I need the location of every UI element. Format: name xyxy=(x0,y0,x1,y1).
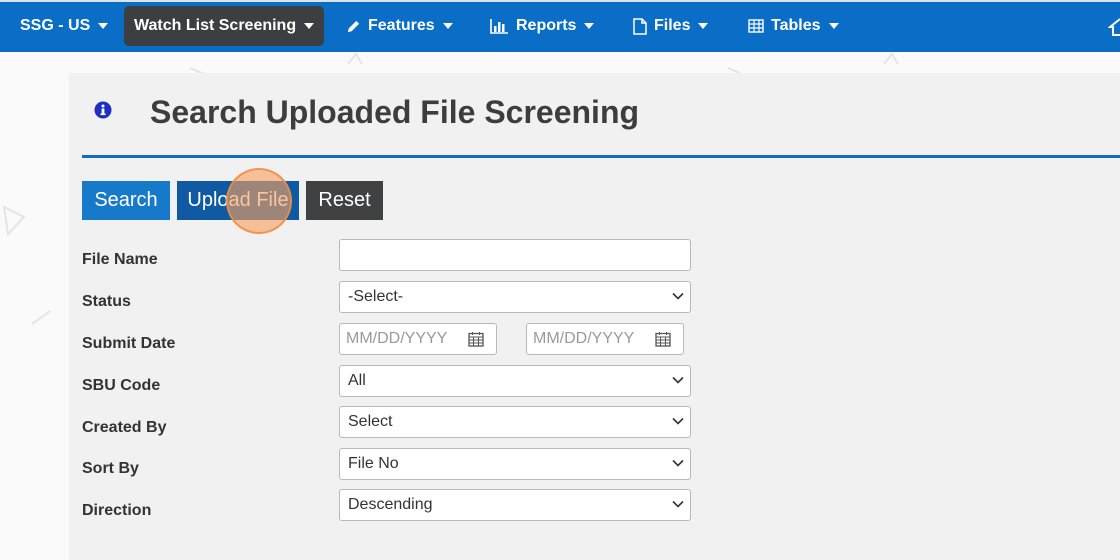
nav-item-label: Watch List Screening xyxy=(134,17,297,34)
created-by-label: Created By xyxy=(82,419,167,436)
caret-down-icon xyxy=(698,23,709,29)
submit-date-to-input[interactable]: MM/DD/YYYY xyxy=(526,323,684,355)
sort-by-select[interactable]: File No xyxy=(339,448,691,480)
sbu-code-value: All xyxy=(348,372,366,389)
search-button[interactable]: Search xyxy=(82,181,170,220)
nav-item-label: Features xyxy=(368,17,435,34)
submit-date-to-placeholder: MM/DD/YYYY xyxy=(533,330,635,347)
info-icon[interactable] xyxy=(94,101,112,124)
chevron-down-icon xyxy=(672,459,684,467)
direction-value: Descending xyxy=(348,496,433,513)
sbu-code-label: SBU Code xyxy=(82,377,161,394)
sort-by-label: Sort By xyxy=(82,460,139,477)
file-name-input[interactable] xyxy=(339,239,691,271)
nav-item-features[interactable]: Features xyxy=(346,6,453,46)
nav-item-tables[interactable]: Tables xyxy=(748,6,839,46)
nav-item-label: Reports xyxy=(516,17,577,34)
nav-item-label: Tables xyxy=(771,17,821,34)
chevron-down-icon xyxy=(672,292,684,300)
sort-by-value: File No xyxy=(348,455,399,472)
submit-date-label: Submit Date xyxy=(82,335,176,352)
title-divider xyxy=(82,155,1120,158)
bar-chart-icon xyxy=(490,18,509,34)
reset-button[interactable]: Reset xyxy=(306,181,383,220)
nav-brand-menu[interactable]: SSG - US xyxy=(20,6,109,46)
upload-file-button[interactable]: Upload File xyxy=(177,181,299,220)
caret-down-icon xyxy=(828,23,839,29)
status-label: Status xyxy=(82,293,131,310)
direction-label: Direction xyxy=(82,502,152,519)
status-value: -Select- xyxy=(348,288,404,305)
created-by-select[interactable]: Select xyxy=(339,406,691,438)
search-panel xyxy=(69,73,1120,560)
chevron-down-icon xyxy=(672,500,684,508)
submit-date-from-input[interactable]: MM/DD/YYYY xyxy=(339,323,497,355)
home-icon[interactable] xyxy=(1107,18,1120,41)
calendar-icon[interactable] xyxy=(655,331,671,347)
nav-item-reports[interactable]: Reports xyxy=(490,6,595,46)
nav-item-label: Files xyxy=(654,17,691,34)
table-icon xyxy=(748,19,764,33)
calendar-icon[interactable] xyxy=(468,331,484,347)
top-navbar: SSG - US Watch List Screening Features R… xyxy=(0,0,1120,52)
caret-down-icon xyxy=(98,23,109,29)
page-title: Search Uploaded File Screening xyxy=(150,94,640,130)
file-name-label: File Name xyxy=(82,251,158,268)
file-icon xyxy=(633,17,647,35)
nav-item-watch-list-screening[interactable]: Watch List Screening xyxy=(124,6,325,46)
nav-item-files[interactable]: Files xyxy=(633,6,709,46)
chevron-down-icon xyxy=(672,417,684,425)
caret-down-icon xyxy=(584,23,595,29)
sbu-code-select[interactable]: All xyxy=(339,365,691,397)
caret-down-icon xyxy=(304,23,315,29)
nav-brand-label: SSG - US xyxy=(20,17,91,34)
chevron-down-icon xyxy=(672,376,684,384)
status-select[interactable]: -Select- xyxy=(339,281,691,313)
direction-select[interactable]: Descending xyxy=(339,489,691,521)
pencil-icon xyxy=(346,19,361,34)
caret-down-icon xyxy=(442,23,453,29)
created-by-value: Select xyxy=(348,413,393,430)
submit-date-from-placeholder: MM/DD/YYYY xyxy=(346,330,448,347)
